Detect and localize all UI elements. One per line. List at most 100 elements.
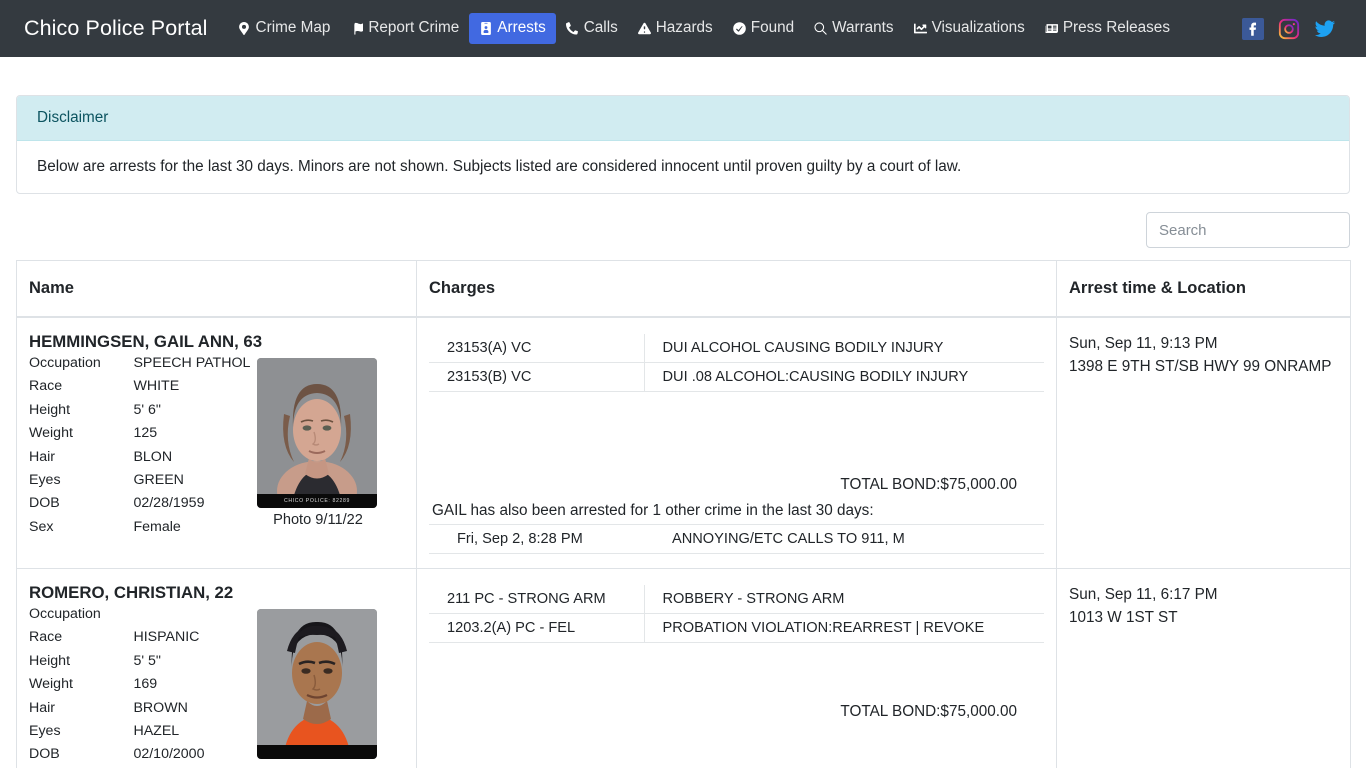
prior-arrest-row: Fri, Sep 2, 8:28 PM ANNOYING/ETC CALLS T… [429, 524, 1044, 554]
photo-caption: Photo 9/11/22 [273, 512, 363, 528]
charge-code: 23153(A) VC [429, 334, 645, 363]
attribute-row: Weight 125 [29, 424, 254, 447]
attribute-value: 169 [133, 676, 158, 693]
nav-item-crime-map[interactable]: Crime Map [228, 13, 341, 44]
mugshot-image[interactable]: CHICO POLICE: 82289 [257, 358, 377, 508]
arrest-time: Sun, Sep 11, 9:13 PM [1069, 335, 1218, 352]
charges-spacer [429, 643, 1044, 703]
attribute-row: DOB 02/28/1959 [29, 494, 254, 517]
column-header-charges[interactable]: Charges [416, 260, 1057, 318]
attribute-row: Height 5' 5" [29, 652, 254, 675]
attribute-row: Race HISPANIC [29, 628, 254, 651]
flag-icon [350, 21, 364, 36]
attribute-value: 02/28/1959 [133, 495, 205, 512]
mugshot-wrapper: CHICO POLICE: 82289 Photo 9/11/22 [257, 358, 379, 541]
attribute-value: Female [133, 518, 181, 535]
attribute-label: Sex [29, 518, 54, 535]
attribute-row: Height 5' 6" [29, 401, 254, 424]
nav-item-arrests[interactable]: Arrests [469, 13, 556, 44]
person-details: Occupation Race HISPANIC Height 5' 5" We… [29, 605, 404, 768]
attribute-label: Occupation [29, 355, 101, 371]
arrest-time-location-cell: Sun, Sep 11, 9:13 PM 1398 E 9TH ST/SB HW… [1056, 316, 1351, 569]
nav-item-label: Press Releases [1062, 19, 1170, 37]
newspaper-icon [1044, 21, 1058, 36]
facebook-icon[interactable] [1242, 17, 1264, 40]
attribute-value: 02/10/2000 [133, 746, 205, 763]
nav-item-report-crime[interactable]: Report Crime [340, 13, 469, 44]
nav-item-hazards[interactable]: Hazards [628, 13, 723, 44]
total-bond: TOTAL BOND:$75,000.00 [840, 703, 1017, 720]
attribute-label: Height [29, 401, 71, 418]
attribute-label: Race [29, 629, 63, 646]
charge-row: 23153(B) VC DUI .08 ALCOHOL:CAUSING BODI… [429, 362, 1044, 392]
attribute-row: Weight 169 [29, 675, 254, 698]
attribute-value: HAZEL [133, 722, 180, 739]
mugshot-id-band [257, 745, 377, 759]
nav-item-calls[interactable]: Calls [556, 13, 628, 44]
person-attributes: Occupation Race HISPANIC Height 5' 5" We… [29, 605, 254, 768]
top-navigation-bar: Chico Police Portal Crime Map Report Cri… [0, 0, 1366, 57]
prior-arrest-description: ANNOYING/ETC CALLS TO 911, M [644, 524, 1044, 554]
attribute-label: Race [29, 378, 63, 395]
arrests-table: Name Charges Arrest time & Location HEMM… [16, 260, 1351, 768]
site-brand[interactable]: Chico Police Portal [24, 16, 208, 41]
map-pin-icon [238, 21, 251, 36]
arrest-time: Sun, Sep 11, 6:17 PM [1069, 586, 1218, 603]
nav-item-label: Arrests [497, 19, 546, 37]
attribute-value: BLON [133, 448, 173, 465]
arrest-time-location-cell: Sun, Sep 11, 6:17 PM 1013 W 1ST ST [1056, 568, 1351, 768]
twitter-icon[interactable] [1314, 18, 1336, 40]
attribute-label: Eyes [29, 722, 61, 739]
attribute-label: Weight [29, 676, 73, 693]
attribute-value [133, 605, 254, 628]
page-container: Disclaimer Below are arrests for the las… [0, 95, 1366, 768]
nav-item-label: Hazards [655, 19, 713, 37]
disclaimer-body: Below are arrests for the last 30 days. … [37, 158, 962, 175]
attribute-row: Race WHITE [29, 377, 254, 400]
attribute-value: 5' 5" [133, 652, 161, 669]
attribute-label: Height [29, 652, 71, 669]
nav-links: Crime Map Report Crime Arrests Calls Haz [228, 13, 1232, 44]
nav-item-found[interactable]: Found [723, 13, 804, 44]
charge-description: ROBBERY - STRONG ARM [644, 585, 1044, 614]
charges-table: 23153(A) VC DUI ALCOHOL CAUSING BODILY I… [429, 334, 1044, 392]
attribute-row: Occupation [29, 605, 254, 628]
nav-item-visualizations[interactable]: Visualizations [904, 13, 1035, 44]
name-cell: ROMERO, CHRISTIAN, 22 Occupation Race HI… [16, 568, 417, 768]
charges-cell: 211 PC - STRONG ARM ROBBERY - STRONG ARM… [416, 568, 1057, 768]
search-row [16, 212, 1350, 248]
charges-cell: 23153(A) VC DUI ALCOHOL CAUSING BODILY I… [416, 316, 1057, 569]
charge-code: 23153(B) VC [429, 362, 645, 392]
nav-item-warrants[interactable]: Warrants [804, 13, 903, 44]
disclaimer-title: Disclaimer [17, 96, 1349, 141]
instagram-icon[interactable] [1278, 18, 1300, 40]
attribute-value: 5' 6" [133, 401, 161, 418]
id-badge-icon [479, 21, 492, 36]
charge-description: DUI .08 ALCOHOL:CAUSING BODILY INJURY [644, 362, 1044, 392]
person-attributes: Occupation SPEECH PATHOL Race WHITE Heig… [29, 354, 254, 541]
column-header-name[interactable]: Name [16, 260, 417, 318]
charges-table: 211 PC - STRONG ARM ROBBERY - STRONG ARM… [429, 585, 1044, 643]
search-input[interactable] [1146, 212, 1350, 248]
mugshot-image[interactable] [257, 609, 377, 759]
charge-row: 211 PC - STRONG ARM ROBBERY - STRONG ARM [429, 585, 1044, 614]
attribute-row: Eyes GREEN [29, 471, 254, 494]
nav-item-label: Found [750, 19, 795, 37]
column-header-arrest-time-location[interactable]: Arrest time & Location [1056, 260, 1351, 318]
attribute-value: HISPANIC [133, 629, 200, 646]
total-bond: TOTAL BOND:$75,000.00 [840, 476, 1017, 493]
prior-arrest-time: Fri, Sep 2, 8:28 PM [429, 524, 644, 554]
nav-item-press-releases[interactable]: Press Releases [1035, 13, 1180, 44]
person-details: Occupation SPEECH PATHOL Race WHITE Heig… [29, 354, 404, 541]
attribute-value: GREEN [133, 471, 184, 488]
check-circle-icon [732, 21, 746, 36]
mugshot-id-band: CHICO POLICE: 82289 [257, 494, 377, 508]
charge-code: 1203.2(A) PC - FEL [429, 613, 645, 643]
attribute-row: Eyes HAZEL [29, 722, 254, 745]
phone-icon [566, 21, 579, 36]
attribute-label: Eyes [29, 471, 61, 488]
charges-spacer [429, 392, 1044, 476]
social-links [1242, 17, 1350, 40]
chart-icon [913, 21, 927, 36]
arrest-location: 1398 E 9TH ST/SB HWY 99 ONRAMP [1069, 358, 1332, 376]
